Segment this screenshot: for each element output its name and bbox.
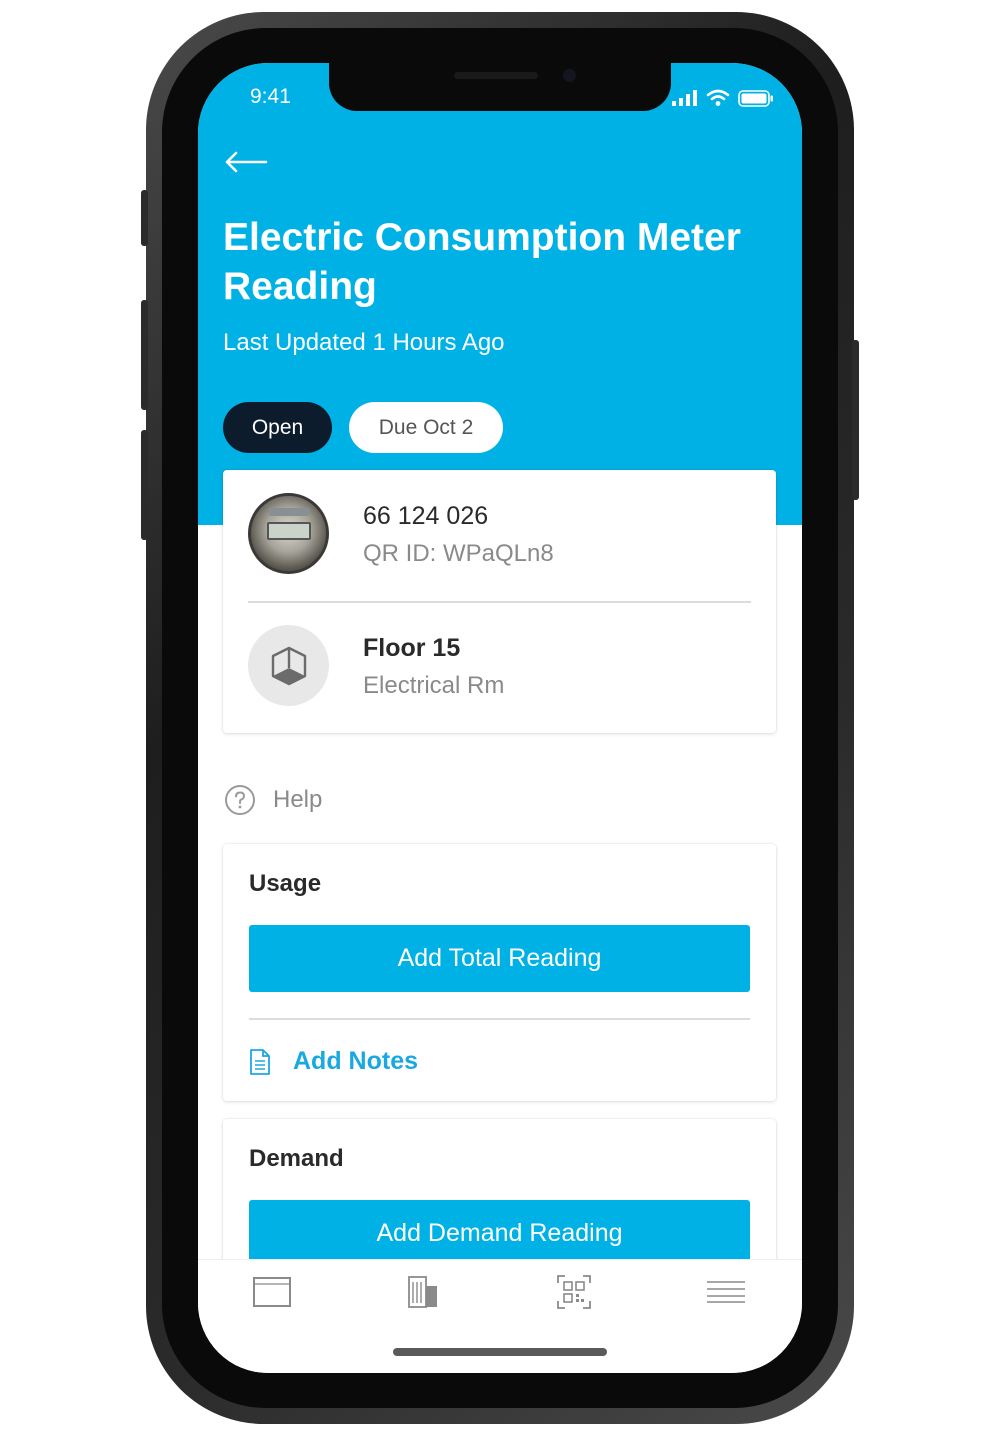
dashboard-icon	[253, 1277, 291, 1307]
tab-scan[interactable]	[544, 1270, 604, 1314]
location-row[interactable]: Floor 15 Electrical Rm	[223, 620, 776, 730]
status-icons	[672, 89, 774, 107]
phone-screen: 9:41 Electric Consumption Meter Reading	[198, 63, 802, 1373]
status-badge: Open	[223, 402, 332, 453]
room-label: Electrical Rm	[363, 672, 505, 699]
last-updated-text: Last Updated 1 Hours Ago	[223, 329, 505, 356]
building-icon	[408, 1276, 437, 1308]
bottom-tab-bar	[198, 1259, 802, 1373]
page-title: Electric Consumption Meter Reading	[223, 216, 741, 308]
front-camera	[563, 69, 576, 82]
add-total-reading-button[interactable]: Add Total Reading	[249, 925, 750, 992]
meter-row[interactable]: 66 124 026 QR ID: WPaQLn8	[223, 488, 776, 598]
power-button	[852, 340, 859, 500]
meter-label-plate	[269, 508, 309, 516]
home-indicator[interactable]	[393, 1348, 607, 1356]
cube-icon	[271, 646, 306, 685]
speaker-grille	[454, 72, 538, 79]
card-divider	[248, 601, 751, 603]
volume-down-button	[141, 430, 148, 540]
demand-title: Demand	[249, 1145, 344, 1172]
add-demand-reading-button[interactable]: Add Demand Reading	[249, 1200, 750, 1267]
volume-up-button	[141, 300, 148, 410]
qr-id-text: QR ID: WPaQLn8	[363, 540, 554, 567]
add-notes-label: Add Notes	[293, 1047, 418, 1075]
wifi-icon	[706, 89, 730, 106]
usage-card: Usage Add Total Reading Add Notes	[223, 844, 776, 1101]
status-time: 9:41	[250, 85, 291, 108]
usage-title: Usage	[249, 870, 322, 897]
meter-display	[267, 522, 311, 540]
location-icon-circle	[248, 625, 329, 706]
tab-menu[interactable]	[696, 1270, 756, 1314]
usage-divider	[249, 1018, 750, 1020]
due-date-badge: Due Oct 2	[349, 402, 503, 453]
silent-switch	[141, 190, 148, 246]
floor-label: Floor 15	[363, 634, 461, 662]
signal-icon	[672, 90, 697, 106]
help-link[interactable]: Help	[224, 783, 322, 817]
asset-info-card: 66 124 026 QR ID: WPaQLn8 Floor 15 Elect…	[223, 470, 776, 733]
add-notes-link[interactable]: Add Notes	[249, 1047, 418, 1076]
qr-code-icon	[557, 1275, 591, 1309]
battery-icon	[738, 89, 773, 107]
meter-photo	[248, 493, 329, 574]
tab-buildings[interactable]	[393, 1270, 453, 1314]
question-circle-icon	[225, 785, 255, 815]
document-icon	[250, 1048, 270, 1075]
tab-dashboard[interactable]	[242, 1270, 302, 1314]
menu-icon	[707, 1281, 745, 1303]
help-label: Help	[273, 786, 323, 813]
meter-number: 66 124 026	[363, 502, 489, 530]
notch	[329, 63, 671, 111]
back-arrow-icon[interactable]	[224, 149, 268, 175]
